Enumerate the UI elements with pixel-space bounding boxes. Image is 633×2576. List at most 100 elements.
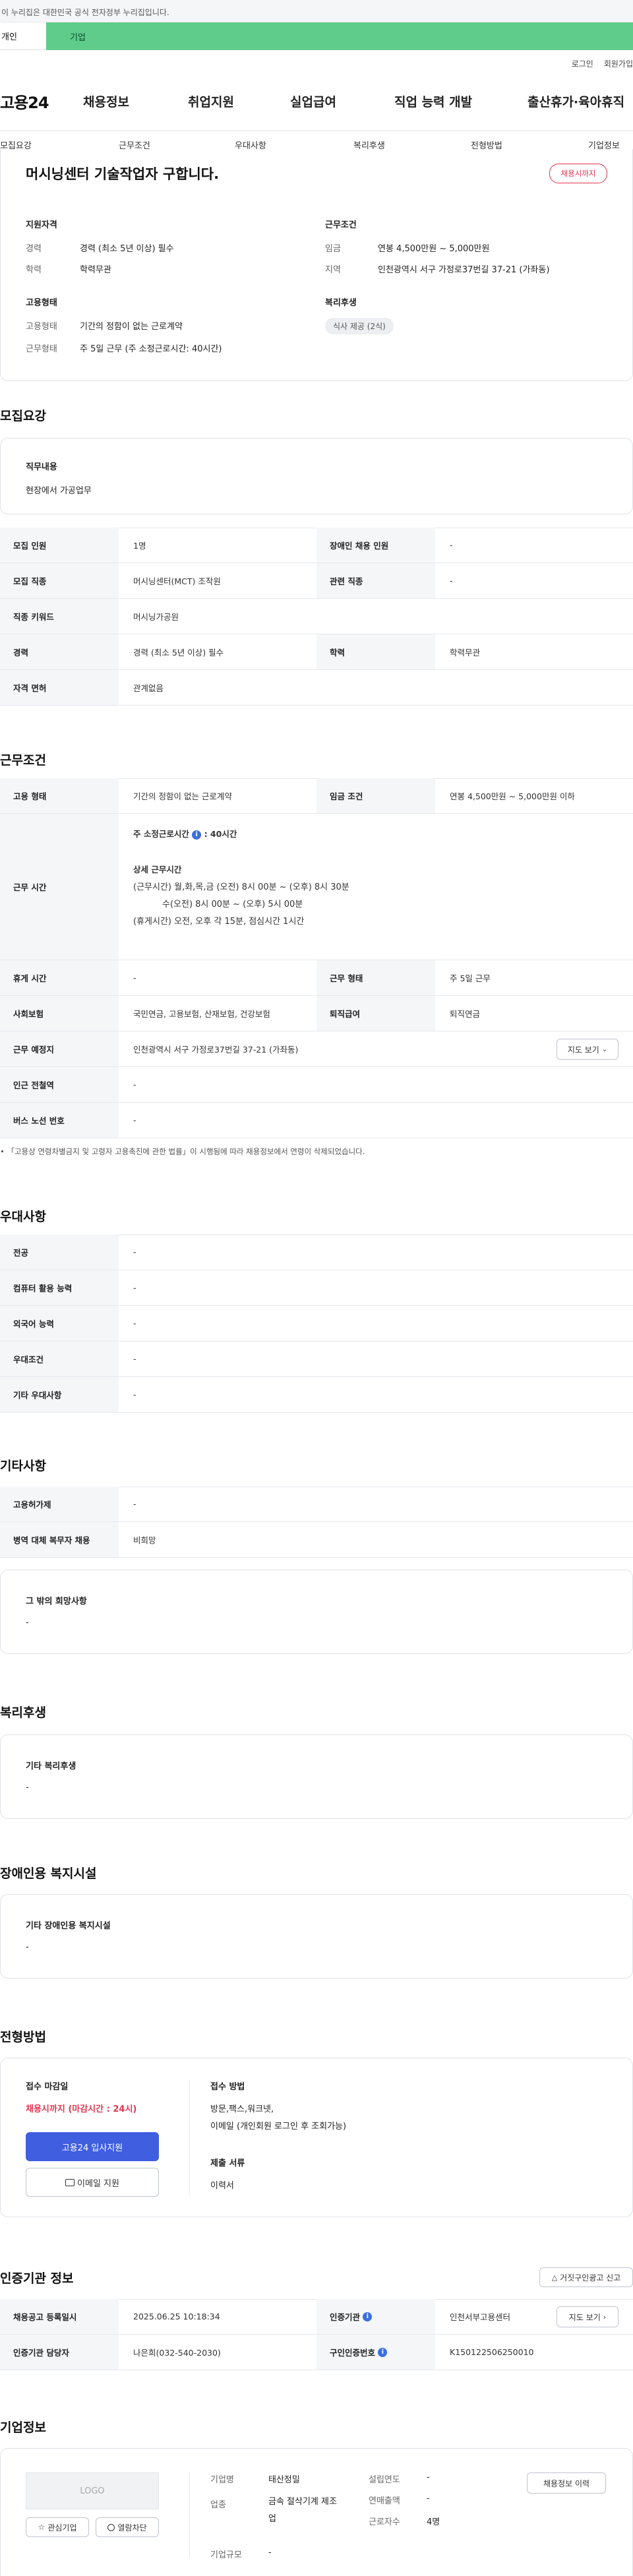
docs-label: 제출 서류 (210, 2159, 245, 2168)
industry-label: 업종 (210, 2500, 226, 2510)
pref-label: 전공 (0, 1235, 119, 1270)
cert-heading: 인증기관 정보 (0, 2271, 74, 2286)
cert-no-label-cell: 구인인증번호 i (316, 2335, 435, 2370)
recruit-label: 경력 (0, 634, 119, 669)
deadline-label: 접수 마감일 (26, 2082, 69, 2092)
welfare-heading: 복리후생 (325, 298, 357, 308)
gnb-item-unemployment-benefit[interactable]: 실업급여 (290, 92, 336, 110)
info-icon[interactable]: i (192, 830, 202, 840)
recruit-row: 직종 키워드 머시닝가공원 (0, 599, 633, 634)
job-title: 머시닝센터 기술작업자 구합니다. (26, 166, 220, 182)
work-row-location: 근무 예정지 인천광역시 서구 가정로37번길 37-21 (가좌동) (0, 1031, 633, 1067)
recruit-label: 자격 면허 (0, 670, 119, 705)
pref-row: 기타 우대사항 - (0, 1377, 633, 1413)
recruit-value: 경력 (최소 5년 이상) 필수 (133, 648, 224, 658)
recruit-label: 모집 인원 (0, 528, 119, 563)
cert-row-1: 채용공고 등록일시 2025.06.25 10:18:34 인증기관 i 인천서… (0, 2299, 633, 2335)
recruit-heading: 모집요강 (0, 409, 46, 423)
cert-manager-label: 인증기관 담당자 (0, 2335, 119, 2370)
bus-value: - (133, 1115, 136, 1125)
deadline-badge: 채용시까지 (549, 164, 607, 183)
work-row-hours: 근무 시간 주 소정근로시간 i : 40시간 상세 근무시간 (근무시간) 월… (0, 814, 633, 960)
pref-label: 외국어 능력 (0, 1306, 119, 1341)
pref-row: 우대조건 - (0, 1341, 633, 1377)
info-icon[interactable]: i (363, 2312, 373, 2321)
company-logo-placeholder: LOGO (26, 2472, 159, 2509)
job-history-button[interactable]: 채용정보 이력 (527, 2472, 606, 2494)
work-label: 휴게 시간 (0, 960, 119, 995)
founded-label: 설립연도 (369, 2475, 400, 2485)
work-label: 근무 형태 (316, 960, 435, 995)
employees-value: 4명 (427, 2517, 440, 2527)
recruit-row: 모집 직종 머시닝센터(MCT) 조작원 관련 직종 - (0, 563, 633, 599)
recruit-value: 머시닝가공원 (133, 612, 179, 622)
gov-banner-text: 이 누리집은 대한민국 공식 전자정부 누리집입니다. (1, 8, 169, 17)
hours-line-1: (근무시간) 월,화,목,금 (오전) 8시 00분 ~ (오후) 8시 30분 (133, 882, 349, 892)
hours-detail-title: 상세 근무시간 (133, 865, 182, 874)
user-type-switch: 개인 기업 (0, 22, 633, 50)
join-link[interactable]: 회원가입 (604, 58, 633, 69)
pref-label: 컴퓨터 활용 능력 (0, 1270, 119, 1305)
emp-type-value: 기간의 정함이 없는 근로계약 (133, 791, 232, 801)
location-value: 인천광역시 서구 가정로37번길 37-21 (가좌동) (133, 1045, 299, 1055)
email-apply-button[interactable]: 이메일 지원 (26, 2168, 159, 2197)
disabled-value: - (26, 1942, 29, 1952)
tab-individual[interactable]: 개인 (0, 22, 46, 50)
hope-value: - (26, 1618, 29, 1628)
info-icon[interactable]: i (378, 2347, 388, 2357)
hope-label: 그 밖의 희망사항 (26, 1597, 87, 1607)
pref-value: - (133, 1247, 136, 1257)
wage-value: 연봉 4,500만원 ~ 5,000만원 (378, 244, 490, 254)
job-summary-card: 머시닝센터 기술작업자 구합니다. 채용시까지 지원자격 경력 경력 (최소 5… (0, 149, 633, 381)
duty-card: 직무내용 현장에서 가공업무 (0, 438, 633, 514)
report-false-ad-button[interactable]: △ 거짓구인광고 신고 (539, 2267, 633, 2287)
job-history-label: 채용정보 이력 (543, 2478, 590, 2488)
reg-date-label: 채용공고 등록일시 (0, 2299, 119, 2334)
recruit-label: 모집 직종 (0, 563, 119, 598)
edu-label: 학력 (26, 265, 42, 275)
gnb-item-jobs[interactable]: 채용정보 (83, 92, 129, 110)
block-view-button[interactable]: 열람차단 (96, 2517, 159, 2537)
map-view-button[interactable]: 지도 보기 ⌄ (557, 1039, 618, 1060)
work-row-emp: 고용 형태 기간의 정함이 없는 근로계약 임금 조건 연봉 4,500만원 ~… (0, 778, 633, 814)
bell-icon: △ (551, 2273, 558, 2282)
global-nav: 고용24 채용정보 취업지원 실업급여 직업 능력 개발 출산휴가·육아휴직 (0, 84, 633, 121)
hours-weekly: 주 소정근로시간 i : 40시간 (133, 827, 237, 840)
pref-label: 기타 우대사항 (0, 1377, 119, 1412)
login-link[interactable]: 로그인 (572, 58, 593, 69)
emptype-label: 고용형태 (26, 322, 57, 332)
wage-cond-value: 연봉 4,500만원 ~ 5,000만원 이하 (450, 791, 575, 801)
wage-label: 임금 (325, 244, 341, 254)
gnb-item-parental-leave[interactable]: 출산휴가·육아휴직 (528, 92, 624, 110)
gnb-item-skill-development[interactable]: 직업 능력 개발 (394, 92, 472, 110)
method-line-1: 방문,팩스,워크넷, (210, 2104, 274, 2114)
work-label: 퇴직급여 (316, 996, 435, 1031)
cert-org-label: 인증기관 (330, 2312, 361, 2322)
favorite-company-button[interactable]: ☆ 관심기업 (26, 2517, 89, 2537)
site-logo[interactable]: 고용24 (0, 90, 49, 113)
gnb-item-employment-support[interactable]: 취업지원 (188, 92, 234, 110)
star-icon: ☆ (38, 2523, 45, 2532)
region-value: 인천광역시 서구 가정로37번길 37-21 (가좌동) (378, 265, 550, 275)
recruit-label: 관련 직종 (316, 563, 435, 598)
apply-button[interactable]: 고용24 입사지원 (26, 2132, 159, 2161)
career-label: 경력 (26, 244, 42, 254)
utility-menu: 로그인 회원가입 (572, 58, 633, 69)
station-label: 인근 전철역 (0, 1067, 119, 1102)
other-label: 고용허가제 (0, 1487, 119, 1521)
company-divider (189, 2472, 190, 2558)
hours-weekly-value: : 40시간 (204, 829, 237, 839)
bus-label: 버스 노선 번호 (0, 1103, 119, 1138)
work-heading: 근무조건 (0, 753, 46, 768)
sales-value: - (427, 2494, 430, 2503)
cond-heading: 근무조건 (325, 220, 357, 230)
company-size-value: - (268, 2548, 272, 2558)
chevron-down-icon: ⌄ (601, 1045, 608, 1053)
pref-value: - (133, 1354, 136, 1364)
recruit-value: 머시닝센터(MCT) 조작원 (133, 576, 221, 586)
pref-label: 우대조건 (0, 1341, 119, 1376)
cert-map-button[interactable]: 지도 보기 › (557, 2306, 618, 2327)
tab-company[interactable]: 기업 (46, 22, 633, 50)
sales-label: 연매출액 (369, 2496, 400, 2506)
disabled-heading: 장애인용 복지시설 (0, 1866, 97, 1881)
